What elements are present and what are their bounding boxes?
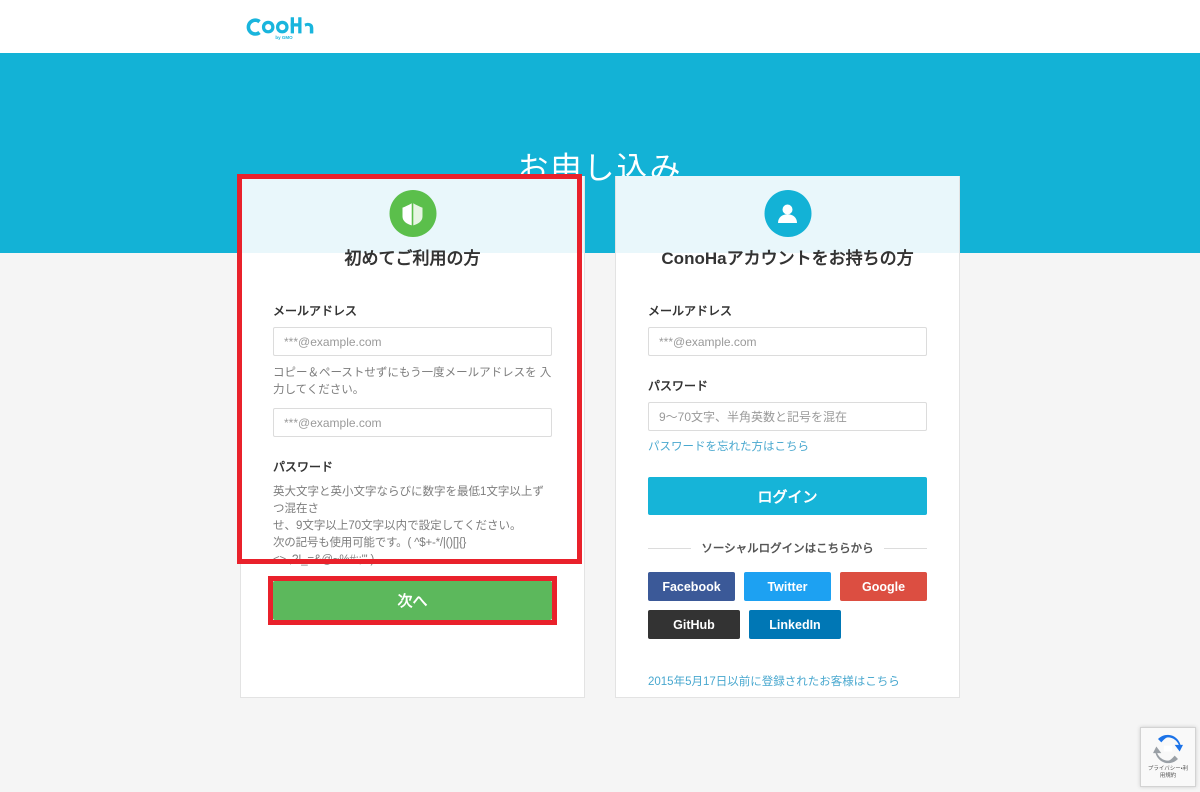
application-page: by GMO お申し込み 初めてご利用の方 メールアドレス コピー＆ペーストせず… xyxy=(0,0,1200,792)
new-email-confirm-input[interactable] xyxy=(273,408,552,437)
email-confirm-hint: コピー＆ペーストせずにもう一度メールアドレスを 入力してください。 xyxy=(273,365,552,399)
legacy-account-link[interactable]: 2015年5月17日以前に登録されたお客様はこちら xyxy=(648,674,900,690)
beginner-leaf-glyph xyxy=(402,202,423,225)
recaptcha-text-line2: 用規約 xyxy=(1159,773,1177,779)
conoha-logo[interactable]: by GMO xyxy=(243,13,315,40)
recaptcha-privacy-text: プライバシー・利 用規約 xyxy=(1148,766,1188,780)
facebook-login-button[interactable]: Facebook xyxy=(648,572,735,601)
login-email-input[interactable] xyxy=(648,327,927,356)
social-login-row-2: GitHub LinkedIn xyxy=(648,610,927,639)
recaptcha-text-line1: プライバシー・利 xyxy=(1147,766,1189,772)
new-user-form: メールアドレス コピー＆ペーストせずにもう一度メールアドレスを 入力してください… xyxy=(241,253,584,607)
svg-text:by GMO: by GMO xyxy=(275,35,293,40)
person-glyph xyxy=(778,204,797,223)
new-email-input[interactable] xyxy=(273,327,552,356)
recaptcha-icon xyxy=(1153,734,1183,764)
social-login-divider-label: ソーシャルログインはこちらから xyxy=(701,543,874,555)
social-login-divider: ソーシャルログインはこちらから xyxy=(648,540,927,556)
existing-account-card-title: ConoHaアカウントをお持ちの方 xyxy=(661,249,914,268)
login-form: メールアドレス パスワード パスワードを忘れた方はこちら ログイン ソーシャルロ… xyxy=(616,253,959,690)
site-header: by GMO xyxy=(0,0,1200,53)
page-title: お申し込み xyxy=(517,151,683,186)
hero-banner: お申し込み xyxy=(0,53,1200,253)
login-button[interactable]: ログイン xyxy=(648,477,927,515)
github-login-button[interactable]: GitHub xyxy=(648,610,740,639)
existing-account-card: ConoHaアカウントをお持ちの方 メールアドレス パスワード パスワードを忘れ… xyxy=(615,176,960,698)
person-account-icon xyxy=(764,190,811,237)
google-login-button[interactable]: Google xyxy=(840,572,927,601)
forgot-password-link[interactable]: パスワードを忘れた方はこちら xyxy=(648,439,809,455)
login-password-input[interactable] xyxy=(648,402,927,431)
beginner-leaf-icon xyxy=(389,190,436,237)
recaptcha-badge[interactable]: プライバシー・利 用規約 xyxy=(1140,727,1196,787)
password-rules-hint: 英大文字と英小文字ならびに数字を最低1文字以上ずつ混在さ せ、9文字以上70文字… xyxy=(273,484,552,569)
email-confirm-hint-line1: コピー＆ペーストせずにもう一度メールアドレスを 入力してください。 xyxy=(273,367,552,396)
linkedin-login-button[interactable]: LinkedIn xyxy=(749,610,841,639)
next-button[interactable]: 次へ xyxy=(273,581,552,620)
new-password-label: パスワード xyxy=(273,460,334,474)
twitter-login-button[interactable]: Twitter xyxy=(744,572,831,601)
new-user-card-title: 初めてご利用の方 xyxy=(344,249,481,268)
login-password-label: パスワード xyxy=(648,379,709,393)
new-email-label: メールアドレス xyxy=(273,304,358,318)
password-rule-line-3: 次の記号も使用可能です。( ^$+-*/|()[]{}<>.,?!_=&@~%#… xyxy=(273,537,467,566)
password-rule-line-1: 英大文字と英小文字ならびに数字を最低1文字以上ずつ混在さ xyxy=(273,486,544,515)
login-email-label: メールアドレス xyxy=(648,304,733,318)
social-login-row-1: Facebook Twitter Google xyxy=(648,572,927,601)
existing-account-card-header: ConoHaアカウントをお持ちの方 xyxy=(616,176,959,268)
password-rule-line-2: せ、9文字以上70文字以内で設定してください。 xyxy=(273,520,522,532)
new-user-card-header: 初めてご利用の方 xyxy=(241,176,584,268)
